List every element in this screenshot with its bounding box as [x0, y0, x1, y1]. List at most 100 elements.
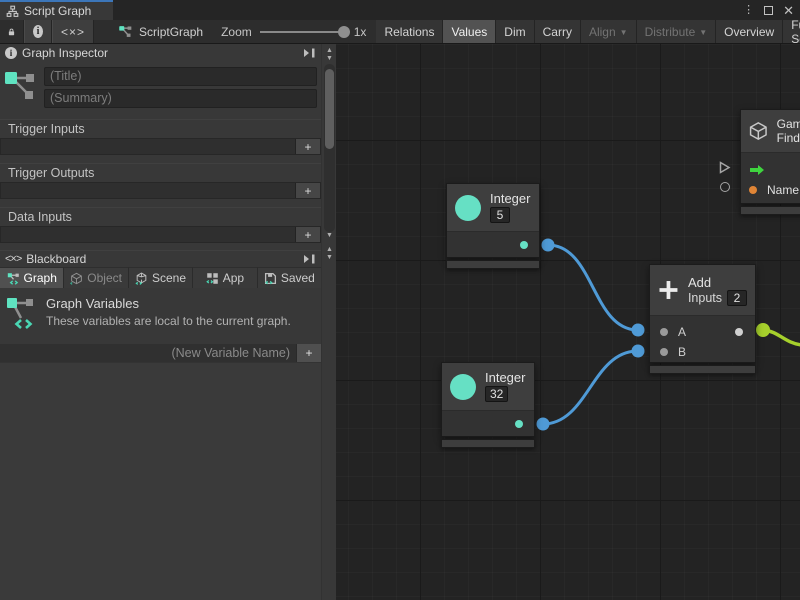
zoom-value: 1x — [354, 25, 367, 39]
input-port-b[interactable] — [660, 348, 668, 356]
graph-variables-block: Graph Variables These variables are loca… — [0, 288, 321, 338]
integer-value-field[interactable]: 5 — [490, 207, 510, 223]
blackboard-toggle-button[interactable]: <×> — [52, 20, 94, 43]
tab-label: Object — [87, 271, 122, 285]
wire-knob[interactable] — [756, 323, 770, 337]
graph-summary-input[interactable] — [44, 89, 317, 108]
add-data-input-button[interactable]: + — [295, 227, 320, 242]
overview-button[interactable]: Overview — [716, 20, 783, 43]
graph-breadcrumb[interactable]: ScriptGraph — [110, 20, 211, 43]
maximize-icon[interactable] — [764, 6, 773, 15]
graph-inspector-title: Graph Inspector — [22, 46, 108, 60]
wire-knob[interactable] — [632, 324, 645, 337]
dock-panel-icon[interactable] — [303, 254, 316, 264]
add-trigger-output-button[interactable]: + — [295, 183, 320, 198]
graph-title-input[interactable] — [44, 67, 317, 86]
fullscreen-button[interactable]: Full Screen — [783, 20, 800, 43]
graph-title-block — [0, 63, 321, 111]
plus-icon — [658, 276, 679, 304]
add-variable-button[interactable]: + — [296, 344, 321, 362]
tab-app[interactable]: App — [193, 267, 257, 288]
input-port-name[interactable] — [749, 186, 757, 194]
blackboard-empty-area — [0, 362, 321, 600]
integer-value-field[interactable]: 32 — [485, 386, 508, 402]
wire-integer32-to-add-b[interactable] — [543, 351, 638, 424]
cube-icon — [748, 118, 769, 144]
node-integer-5[interactable]: Integer 5 — [446, 183, 540, 269]
carry-button[interactable]: Carry — [535, 20, 581, 43]
graph-variables-icon — [6, 296, 38, 332]
graph-nest-icon — [4, 68, 38, 106]
new-variable-name-input[interactable] — [0, 344, 296, 362]
zoom-slider-handle[interactable] — [338, 26, 350, 38]
sidebar-panel: i Graph Inspector Tri — [0, 44, 336, 600]
zoom-slider[interactable] — [260, 31, 346, 33]
tab-object[interactable]: Object — [64, 267, 128, 288]
trigger-inputs-label: Trigger Inputs — [0, 119, 321, 135]
data-inputs-list: + — [0, 226, 321, 243]
tab-label: Saved — [281, 271, 315, 285]
window-titlebar: Script Graph ⋮ ✕ — [0, 0, 800, 20]
wire-knob[interactable] — [537, 418, 550, 431]
graph-tab-icon — [7, 272, 20, 285]
integer-type-icon — [450, 374, 476, 400]
scroll-down-icon[interactable]: ▼ — [322, 232, 337, 239]
dim-button[interactable]: Dim — [496, 20, 534, 43]
zoom-label: Zoom — [221, 25, 252, 39]
scroll-up-icon[interactable]: ▲ — [322, 47, 337, 54]
node-gameobject-find[interactable]: GameObject Find Name — [740, 109, 800, 215]
input-port-a[interactable] — [660, 328, 668, 336]
close-icon[interactable]: ✕ — [783, 4, 794, 17]
align-dropdown[interactable]: Align ▼ — [581, 20, 637, 43]
values-button[interactable]: Values — [443, 20, 496, 43]
node-footer — [446, 260, 540, 269]
port-label: Name — [767, 183, 799, 197]
tab-label: Scene — [152, 271, 186, 285]
lock-icon — [8, 26, 15, 38]
node-integer-32[interactable]: Integer 32 — [441, 362, 535, 448]
graph-canvas[interactable]: Integer 5 Integer 32 — [336, 44, 800, 600]
integer-type-icon — [455, 195, 481, 221]
cube-icon — [70, 272, 83, 285]
dock-panel-icon[interactable] — [303, 48, 316, 58]
align-label: Align — [589, 25, 616, 39]
tab-graph[interactable]: Graph — [0, 267, 64, 288]
node-footer — [649, 365, 756, 374]
wire-knob[interactable] — [542, 239, 555, 252]
output-port[interactable] — [735, 328, 743, 336]
blackboard-title: Blackboard — [26, 252, 86, 266]
app-grid-icon — [206, 272, 219, 285]
node-title: Add — [688, 275, 747, 290]
tab-saved[interactable]: Saved — [258, 267, 321, 288]
more-options-icon[interactable]: ⋮ — [743, 5, 754, 16]
trigger-marker-triangle — [719, 161, 731, 174]
relations-button[interactable]: Relations — [376, 20, 443, 43]
scroll-down-icon[interactable]: ▼ — [322, 254, 337, 261]
tab-scene[interactable]: Scene — [129, 267, 193, 288]
trigger-input-port[interactable] — [749, 164, 765, 176]
graph-variables-description: These variables are local to the current… — [46, 314, 291, 328]
add-trigger-input-button[interactable]: + — [295, 139, 320, 154]
output-port[interactable] — [515, 420, 523, 428]
scrollbar-track[interactable] — [324, 64, 335, 232]
scroll-up-icon[interactable]: ▲ — [322, 246, 337, 253]
wire-knob[interactable] — [632, 345, 645, 358]
tab-script-graph[interactable]: Script Graph — [0, 0, 113, 20]
distribute-dropdown[interactable]: Distribute ▼ — [637, 20, 717, 43]
blackboard-tabs: Graph Object Scene — [0, 267, 321, 288]
blackboard-header: <×> Blackboard — [0, 250, 321, 267]
scroll-down-icon[interactable]: ▼ — [322, 55, 337, 62]
inspector-toggle-button[interactable]: i — [24, 20, 52, 43]
lock-button[interactable] — [0, 20, 24, 43]
chevron-down-icon: ▼ — [620, 28, 628, 37]
output-port[interactable] — [520, 241, 528, 249]
wire-integer5-to-add-a[interactable] — [548, 245, 638, 330]
toolbar-gap — [94, 20, 110, 43]
inputs-count-field[interactable]: 2 — [727, 290, 747, 306]
tab-label: Script Graph — [24, 4, 91, 18]
panel-scrollbar: ▲ ▼ ▼ ▲ ▼ — [321, 44, 336, 600]
node-subtitle: Find — [777, 131, 800, 145]
node-add[interactable]: Add Inputs 2 A B — [649, 264, 756, 374]
scrollbar-thumb[interactable] — [325, 69, 334, 149]
value-marker-circle — [720, 182, 730, 192]
